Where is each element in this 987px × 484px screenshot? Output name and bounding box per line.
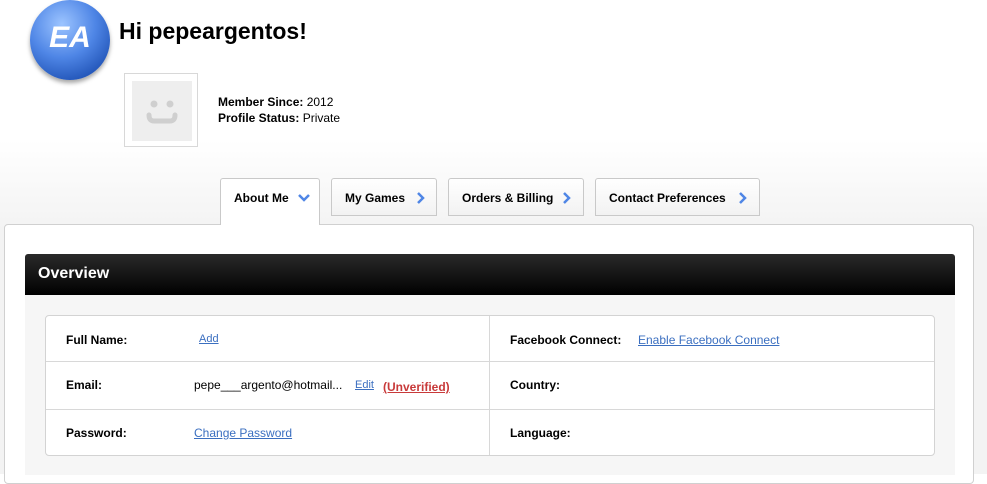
language-label: Language: bbox=[510, 426, 571, 440]
greeting-heading: Hi pepeargentos! bbox=[119, 18, 307, 44]
member-since-value: 2012 bbox=[306, 95, 334, 109]
password-label: Password: bbox=[66, 426, 127, 440]
email-edit-link[interactable]: Edit bbox=[355, 379, 374, 391]
facebook-connect-label: Facebook Connect: bbox=[510, 333, 622, 347]
full-name-add-link[interactable]: Add bbox=[199, 333, 219, 345]
row-divider bbox=[46, 361, 934, 362]
row-divider bbox=[46, 409, 934, 410]
chevron-right-icon bbox=[417, 192, 425, 204]
member-since-row: Member Since: 2012 bbox=[218, 94, 340, 110]
enable-facebook-connect-link[interactable]: Enable Facebook Connect bbox=[638, 333, 779, 347]
chevron-right-icon bbox=[563, 192, 571, 204]
full-name-label: Full Name: bbox=[66, 333, 128, 347]
profile-meta: Member Since: 2012 Profile Status: Priva… bbox=[218, 94, 340, 126]
account-details-table: Full Name: Add Email: pepe___argento@hot… bbox=[45, 315, 935, 456]
tab-contact-preferences-label: Contact Preferences bbox=[609, 191, 726, 205]
ea-logo[interactable]: EA bbox=[30, 0, 110, 80]
overview-header: Overview bbox=[25, 254, 955, 295]
chevron-down-icon bbox=[298, 194, 310, 202]
ea-logo-mark: EA bbox=[49, 21, 91, 54]
column-divider bbox=[489, 316, 490, 455]
tab-contact-preferences[interactable]: Contact Preferences bbox=[595, 178, 760, 216]
tab-about-me-label: About Me bbox=[234, 191, 289, 205]
email-unverified-link[interactable]: (Unverified) bbox=[383, 380, 450, 394]
tab-orders-billing[interactable]: Orders & Billing bbox=[448, 178, 584, 216]
tab-my-games[interactable]: My Games bbox=[331, 178, 437, 216]
default-avatar-icon bbox=[132, 81, 192, 141]
tab-about-me[interactable]: About Me bbox=[220, 178, 320, 225]
profile-status-row: Profile Status: Private bbox=[218, 110, 340, 126]
profile-status-label: Profile Status: bbox=[218, 111, 300, 125]
email-value: pepe___argento@hotmail... bbox=[194, 378, 343, 392]
member-since-label: Member Since: bbox=[218, 95, 304, 109]
svg-text:EA: EA bbox=[49, 21, 91, 54]
chevron-right-icon bbox=[739, 192, 747, 204]
profile-status-value: Private bbox=[302, 111, 341, 125]
change-password-link[interactable]: Change Password bbox=[194, 426, 292, 440]
overview-title: Overview bbox=[38, 265, 110, 282]
avatar[interactable] bbox=[124, 73, 198, 147]
email-label: Email: bbox=[66, 378, 103, 392]
tab-my-games-label: My Games bbox=[345, 191, 406, 205]
country-label: Country: bbox=[510, 378, 560, 392]
tab-orders-billing-label: Orders & Billing bbox=[462, 191, 554, 205]
